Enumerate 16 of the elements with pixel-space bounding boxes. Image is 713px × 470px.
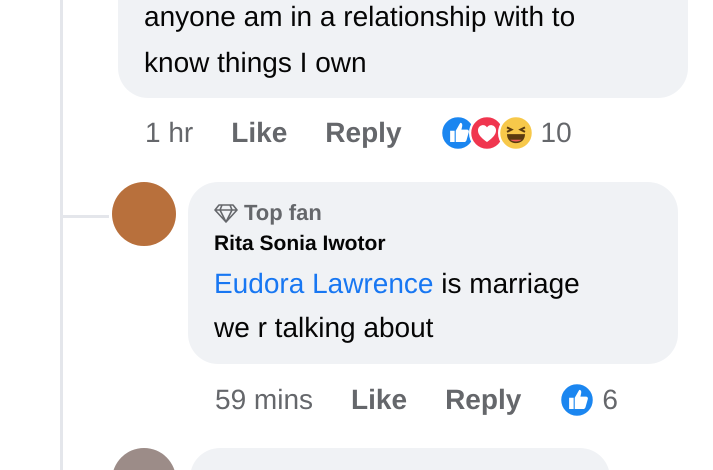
comment-time: 59 mins [215, 384, 314, 416]
reply-button[interactable]: Reply [325, 117, 402, 149]
thumbs-up-icon [559, 382, 596, 418]
comment-text: Eudora Lawrence is marriage we r talking about [214, 267, 581, 345]
laughing-face-icon [498, 115, 534, 151]
top-fan-label: Top fan [244, 200, 322, 226]
comment-text: anyone am in a relationship with to know things I own [144, 0, 576, 80]
like-button[interactable]: Like [231, 117, 288, 149]
comment-time: 1 hr [145, 117, 194, 149]
reaction-count: 6 [602, 384, 618, 416]
mention-link[interactable]: Eudora Lawrence [214, 268, 434, 299]
author-name[interactable]: Rita Sonia Iwotor [214, 232, 652, 256]
reaction-count: 10 [540, 117, 572, 149]
reply-button[interactable]: Reply [445, 384, 522, 416]
like-button[interactable]: Like [351, 384, 408, 416]
diamond-icon [214, 203, 238, 223]
